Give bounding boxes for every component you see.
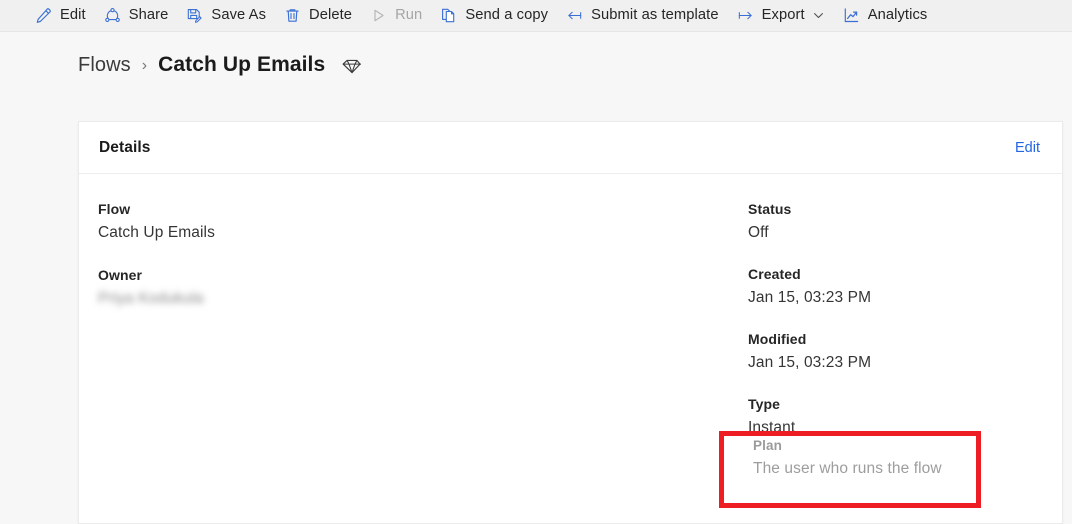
breadcrumb-current-flow-name: Catch Up Emails bbox=[158, 53, 326, 76]
command-analytics-label: Analytics bbox=[867, 7, 928, 24]
breadcrumb-root-flows[interactable]: Flows bbox=[78, 54, 131, 77]
command-send-a-copy-label: Send a copy bbox=[465, 7, 549, 24]
command-delete[interactable]: Delete bbox=[275, 0, 361, 31]
field-plan-value: The user who runs the flow bbox=[753, 460, 942, 477]
share-icon bbox=[104, 7, 121, 24]
command-send-a-copy[interactable]: Send a copy bbox=[431, 0, 557, 31]
field-modified-value: Jan 15, 03:23 PM bbox=[748, 354, 872, 371]
field-owner-value: Priya Kodukula bbox=[98, 290, 204, 307]
field-flow-value: Catch Up Emails bbox=[98, 224, 215, 241]
command-share-label: Share bbox=[128, 7, 169, 24]
field-plan: Plan The user who runs the flow bbox=[753, 436, 1003, 479]
diamond-icon bbox=[341, 53, 363, 77]
breadcrumb: Flows › Catch Up Emails bbox=[0, 32, 1072, 76]
field-status: Status Off bbox=[748, 200, 1042, 243]
details-card-header: Details Edit bbox=[79, 122, 1062, 174]
play-icon bbox=[370, 7, 387, 24]
breadcrumb-separator: › bbox=[141, 57, 148, 74]
command-save-as[interactable]: Save As bbox=[177, 0, 275, 31]
field-flow: Flow Catch Up Emails bbox=[98, 200, 743, 243]
command-edit-label: Edit bbox=[60, 7, 86, 24]
field-type-label: Type bbox=[748, 396, 781, 412]
line-chart-icon bbox=[843, 7, 860, 24]
arrow-right-bar-icon bbox=[737, 7, 754, 24]
command-analytics[interactable]: Analytics bbox=[834, 0, 937, 31]
command-delete-label: Delete bbox=[309, 7, 353, 24]
command-edit[interactable]: Edit bbox=[26, 0, 95, 31]
save-as-icon bbox=[186, 7, 203, 24]
field-created-value: Jan 15, 03:23 PM bbox=[748, 289, 872, 306]
field-type-value: Instant bbox=[748, 419, 796, 436]
details-left-column: Flow Catch Up Emails Owner Priya Kodukul… bbox=[98, 200, 743, 460]
field-owner-label: Owner bbox=[98, 267, 143, 283]
details-card-title: Details bbox=[99, 138, 151, 156]
copy-icon bbox=[440, 7, 457, 24]
field-plan-label: Plan bbox=[753, 438, 782, 453]
command-bar: Edit Share Save As Delete Run Send a cop… bbox=[0, 0, 1072, 32]
details-card: Details Edit Flow Catch Up Emails Owner … bbox=[78, 121, 1063, 524]
field-type: Type Instant bbox=[748, 395, 1042, 438]
command-submit-as-template[interactable]: Submit as template bbox=[557, 0, 728, 31]
trash-icon bbox=[284, 7, 301, 24]
command-export-label: Export bbox=[761, 7, 805, 24]
details-card-body: Flow Catch Up Emails Owner Priya Kodukul… bbox=[79, 174, 1062, 477]
details-edit-link[interactable]: Edit bbox=[1015, 140, 1040, 156]
field-status-value: Off bbox=[748, 224, 769, 241]
command-save-as-label: Save As bbox=[211, 7, 267, 24]
command-submit-as-template-label: Submit as template bbox=[591, 7, 719, 24]
field-created-label: Created bbox=[748, 266, 801, 282]
command-share[interactable]: Share bbox=[95, 0, 178, 31]
command-run-label: Run bbox=[395, 7, 423, 24]
details-right-column: Status Off Created Jan 15, 03:23 PM Modi… bbox=[743, 200, 1042, 477]
field-owner: Owner Priya Kodukula bbox=[98, 266, 743, 309]
field-flow-label: Flow bbox=[98, 201, 131, 217]
field-created: Created Jan 15, 03:23 PM bbox=[748, 265, 1042, 308]
pencil-icon bbox=[35, 7, 52, 24]
chevron-down-icon[interactable] bbox=[812, 9, 825, 22]
field-status-label: Status bbox=[748, 201, 792, 217]
field-modified: Modified Jan 15, 03:23 PM bbox=[748, 330, 1042, 373]
command-run[interactable]: Run bbox=[361, 0, 431, 31]
command-export[interactable]: Export bbox=[728, 0, 834, 31]
field-modified-label: Modified bbox=[748, 331, 807, 347]
arrow-left-bar-icon bbox=[566, 7, 583, 24]
